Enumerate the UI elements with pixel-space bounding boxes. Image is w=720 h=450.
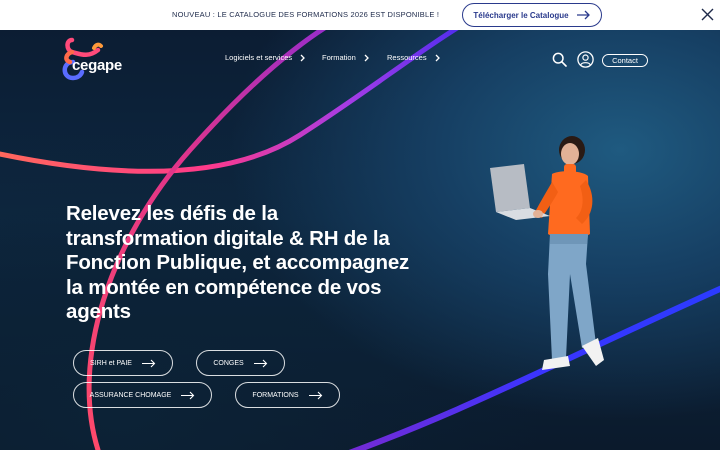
nav-item-label: Formation <box>322 53 356 62</box>
hero-title: Relevez les défis de la transformation d… <box>66 202 446 325</box>
arrow-right-icon <box>141 359 156 367</box>
pill-label: FORMATIONS <box>252 391 299 399</box>
assurance-chomage-button[interactable]: ASSURANCE CHOMAGE <box>73 382 212 408</box>
brand-name: cegape <box>72 57 122 74</box>
chevron-right-icon <box>300 54 306 61</box>
nav-item-logiciels[interactable]: Logiciels et services <box>225 53 306 62</box>
nav-item-formation[interactable]: Formation <box>322 53 369 62</box>
hero-title-line: la montée en compétence de vos <box>66 275 382 299</box>
conges-button[interactable]: CONGES <box>196 350 285 376</box>
search-icon[interactable] <box>552 52 567 67</box>
hero-section: cegape Logiciels et services Formation R… <box>0 30 720 450</box>
woman-with-laptop-image <box>490 136 604 370</box>
hero-title-line: Fonction Publique, et accompagnez <box>66 251 410 274</box>
hero-title-line: Relevez les défis de la <box>66 202 278 225</box>
download-catalogue-label: Télécharger le Catalogue <box>473 10 569 20</box>
announcement-bar: NOUVEAU : LE CATALOGUE DES FORMATIONS 20… <box>0 0 720 30</box>
contact-button[interactable]: Contact <box>602 54 648 67</box>
formations-button[interactable]: FORMATIONS <box>235 382 340 408</box>
arrow-right-icon <box>308 391 322 399</box>
download-catalogue-button[interactable]: Télécharger le Catalogue <box>462 3 602 27</box>
chevron-right-icon <box>364 54 369 61</box>
pill-label: ASSURANCE CHOMAGE <box>89 391 172 399</box>
pill-label: SIRH et PAIE <box>90 359 132 367</box>
user-account-icon[interactable] <box>577 51 594 68</box>
sirh-paie-button[interactable]: SIRH et PAIE <box>73 350 173 376</box>
hero-title-line: agents <box>66 300 131 323</box>
pill-label: CONGES <box>213 359 244 367</box>
arrow-right-icon <box>576 10 590 20</box>
hero-title-line: transformation digitale & RH de la <box>66 226 390 250</box>
close-icon[interactable] <box>701 8 714 21</box>
nav-item-label: Logiciels et services <box>225 53 293 62</box>
nav-item-label: Ressources <box>387 53 427 62</box>
arrow-right-icon <box>253 359 267 367</box>
announcement-text: NOUVEAU : LE CATALOGUE DES FORMATIONS 20… <box>172 10 440 19</box>
arrow-right-icon <box>181 391 195 399</box>
nav-item-ressources[interactable]: Ressources <box>387 53 440 62</box>
chevron-right-icon <box>435 54 440 61</box>
